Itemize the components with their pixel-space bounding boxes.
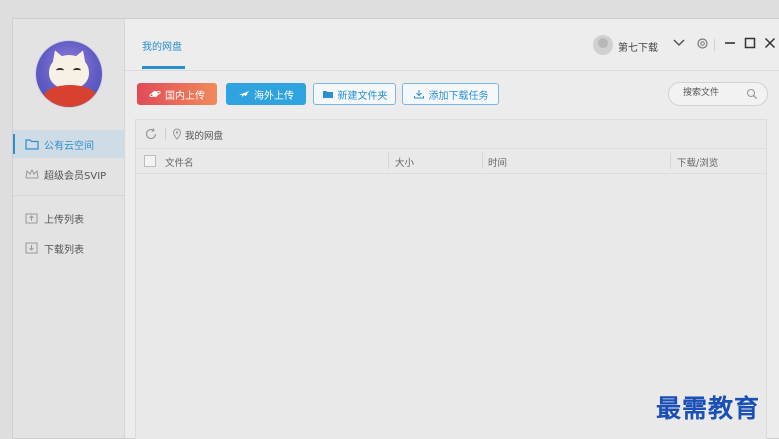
folder-icon (25, 138, 39, 150)
location-pin-icon (172, 128, 182, 140)
column-header-download-browse[interactable]: 下载/浏览 (677, 155, 718, 169)
overseas-upload-button[interactable]: 海外上传 (226, 83, 306, 105)
path-bar: 我的网盘 (136, 120, 766, 149)
tab-my-disk[interactable]: 我的网盘 (142, 38, 182, 53)
airplane-icon (238, 89, 250, 99)
sidebar-item-upload-list[interactable]: 上传列表 (13, 204, 124, 232)
path-separator (165, 128, 166, 140)
chevron-down-icon[interactable] (671, 33, 687, 53)
watermark-text: 最需教育 (656, 394, 761, 423)
add-download-task-label: 添加下载任务 (428, 90, 489, 102)
crown-icon (25, 168, 39, 180)
column-header-filename[interactable]: 文件名 (165, 155, 194, 169)
column-header-size[interactable]: 大小 (395, 155, 414, 169)
sidebar-item-public-cloud[interactable]: 公有云空间 (13, 130, 124, 158)
sidebar-item-download-list[interactable]: 下载列表 (13, 234, 124, 262)
sidebar-item-label: 超级会员SVIP (44, 170, 107, 182)
download-icon (413, 89, 425, 99)
search-box[interactable] (668, 82, 768, 106)
search-icon[interactable] (746, 88, 758, 100)
user-name[interactable]: 第七下载 (618, 39, 658, 54)
column-divider[interactable] (388, 153, 389, 169)
upload-list-icon (25, 212, 39, 224)
new-folder-label: 新建文件夹 (337, 90, 388, 102)
close-icon[interactable] (762, 33, 778, 53)
maximize-icon[interactable] (742, 33, 758, 53)
column-header-time[interactable]: 时间 (488, 155, 507, 169)
title-bar: 我的网盘 第七下载 (125, 19, 779, 71)
select-all-checkbox[interactable] (144, 155, 156, 167)
app-window: 公有云空间 超级会员SVIP 上传列表 下载列表 我的网盘 第七下载 国内上传 … (12, 18, 779, 439)
sidebar: 公有云空间 超级会员SVIP 上传列表 下载列表 (13, 19, 125, 438)
tab-active-indicator (142, 66, 185, 69)
domestic-upload-button[interactable]: 国内上传 (137, 83, 217, 105)
domestic-upload-label: 国内上传 (165, 90, 205, 102)
column-divider[interactable] (482, 153, 483, 169)
table-header: 文件名 大小 时间 下载/浏览 (136, 149, 766, 174)
new-folder-icon (322, 89, 334, 99)
download-list-icon (25, 242, 39, 254)
overseas-upload-label: 海外上传 (254, 90, 294, 102)
user-avatar-large[interactable] (36, 41, 102, 107)
sidebar-item-label: 下载列表 (44, 244, 84, 256)
refresh-icon[interactable] (144, 127, 158, 141)
sidebar-item-svip[interactable]: 超级会员SVIP (13, 160, 124, 188)
gear-icon[interactable] (694, 33, 710, 53)
toolbar: 国内上传 海外上传 新建文件夹 添加下载任务 (125, 71, 779, 116)
new-folder-button[interactable]: 新建文件夹 (313, 83, 396, 105)
sidebar-divider (13, 195, 124, 196)
user-avatar[interactable] (593, 35, 613, 55)
sidebar-item-label: 上传列表 (44, 214, 84, 226)
column-divider[interactable] (670, 153, 671, 169)
add-download-task-button[interactable]: 添加下载任务 (402, 83, 499, 105)
sidebar-item-label: 公有云空间 (44, 140, 94, 152)
title-bar-separator (714, 39, 715, 51)
minimize-icon[interactable] (722, 33, 738, 53)
search-input[interactable] (681, 87, 749, 99)
breadcrumb[interactable]: 我的网盘 (185, 128, 223, 142)
planet-icon (149, 89, 161, 99)
